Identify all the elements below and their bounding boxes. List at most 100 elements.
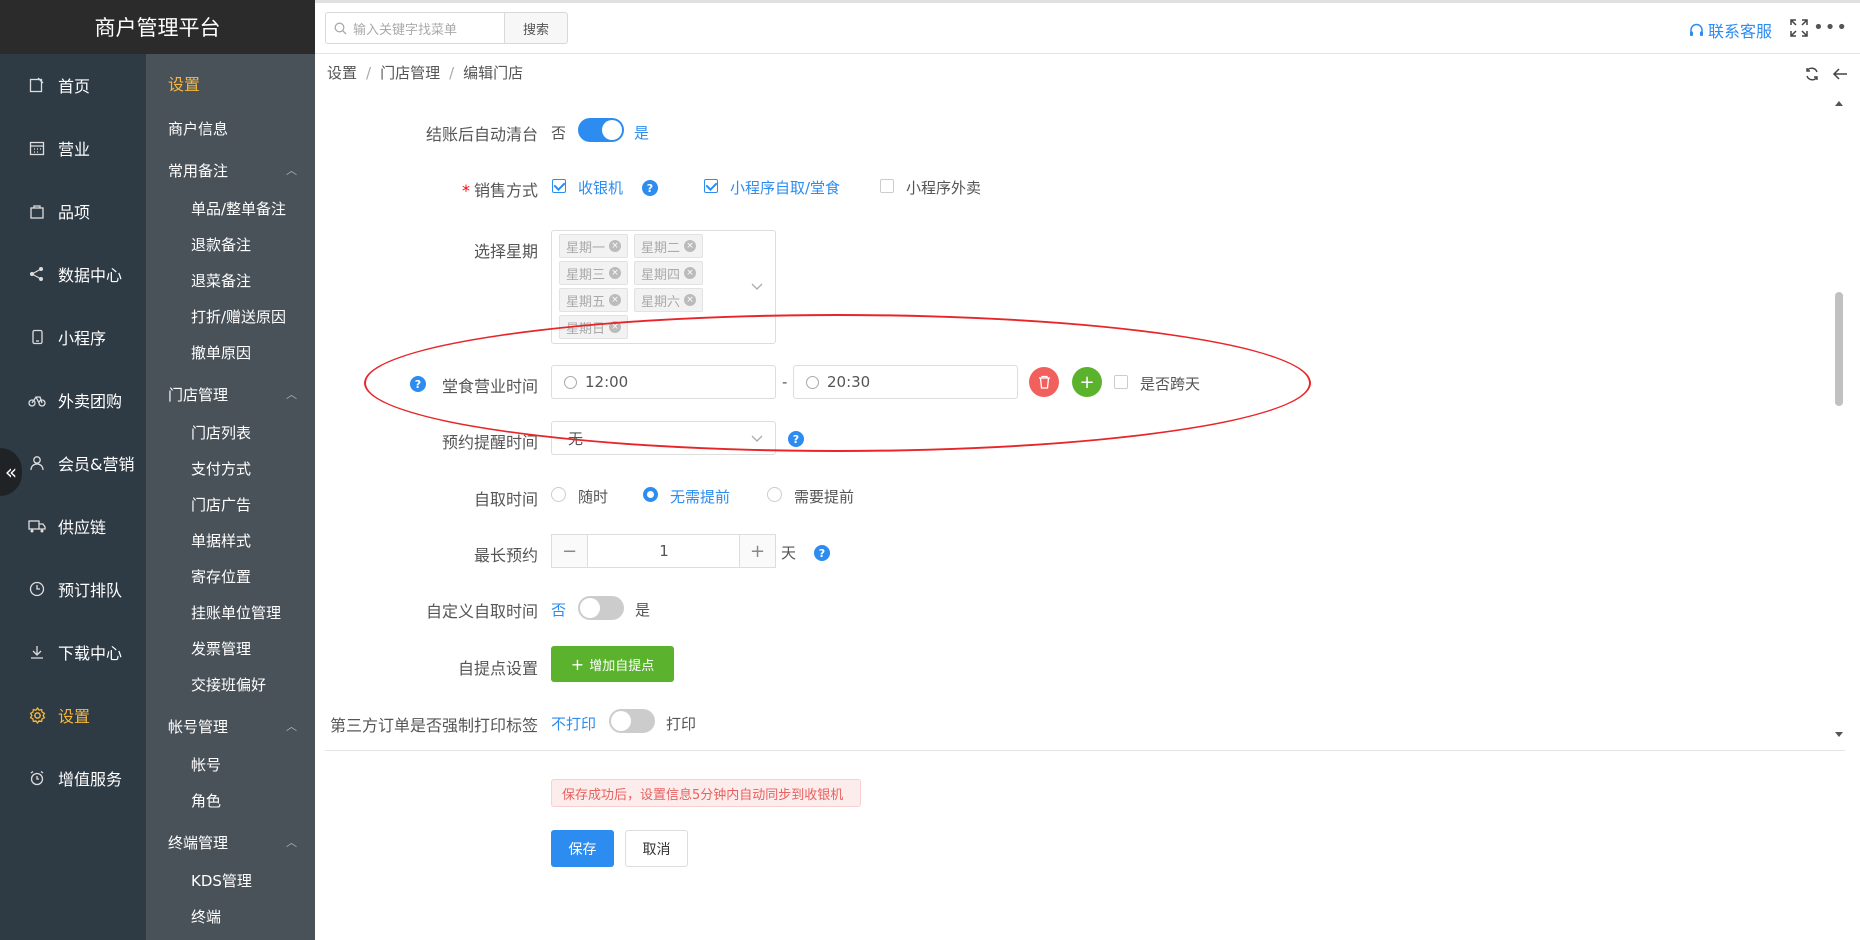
subnav-item[interactable]: 单品/整单备注	[191, 198, 286, 219]
subnav-item[interactable]: 单据样式	[191, 530, 251, 551]
close-icon[interactable]: ×	[684, 267, 697, 279]
mini-dine-checkbox[interactable]	[704, 179, 718, 193]
subnav-item[interactable]: 门店列表	[191, 422, 251, 443]
cancel-button[interactable]: 取消	[625, 830, 688, 867]
nav-item-settings[interactable]: 设置	[0, 695, 146, 735]
subnav-group-terminal[interactable]: 终端管理	[168, 832, 228, 853]
chevron-up-icon[interactable]: ︿	[286, 834, 297, 850]
increment-button[interactable]: +	[739, 534, 776, 568]
subnav-item[interactable]: 支付方式	[191, 458, 251, 479]
custom-pickup-toggle[interactable]	[578, 596, 624, 620]
add-pickup-point-button[interactable]: + 增加自提点	[551, 646, 674, 682]
auto-clear-toggle[interactable]	[578, 118, 624, 142]
subnav-item[interactable]: 门店广告	[191, 494, 251, 515]
nav-item-reservation[interactable]: 预订排队	[0, 569, 146, 609]
cashier-option-label[interactable]: 收银机	[578, 177, 623, 198]
close-icon[interactable]: ×	[609, 240, 622, 252]
overnight-checkbox[interactable]	[1114, 375, 1128, 389]
scroll-thumb[interactable]	[1835, 292, 1843, 406]
subnav-item[interactable]: 交接班偏好	[191, 674, 266, 695]
chevron-up-icon[interactable]: ︿	[286, 162, 297, 178]
mini-delivery-option-label[interactable]: 小程序外卖	[906, 177, 981, 198]
chevron-up-icon[interactable]: ︿	[286, 718, 297, 734]
nav-item-delivery[interactable]: 外卖团购	[0, 380, 146, 420]
nav-item-home[interactable]: 首页	[0, 65, 146, 105]
subnav-item[interactable]: 终端	[191, 906, 221, 927]
chevron-up-icon[interactable]: ︿	[286, 386, 297, 402]
help-icon[interactable]: ?	[642, 180, 658, 196]
subnav-group-store[interactable]: 门店管理	[168, 384, 228, 405]
weekday-tag-text: 星期日	[566, 321, 606, 337]
search-input[interactable]: 输入关键字找菜单	[325, 12, 505, 44]
contact-support-link[interactable]: 联系客服	[1689, 18, 1772, 42]
subnav-item[interactable]: 退款备注	[191, 234, 251, 255]
weekday-tag: 星期五 ×	[559, 288, 629, 312]
nav-item-products[interactable]: 品项	[0, 191, 146, 231]
plus-icon: +	[749, 540, 766, 562]
breadcrumb-item[interactable]: 门店管理	[380, 64, 440, 82]
save-button[interactable]: 保存	[551, 830, 614, 867]
pickup-advance-radio[interactable]	[767, 487, 782, 502]
mini-delivery-checkbox[interactable]	[880, 179, 894, 193]
subnav-item[interactable]: 打折/赠送原因	[191, 306, 286, 327]
help-icon[interactable]: ?	[788, 431, 804, 447]
add-time-button[interactable]: +	[1072, 367, 1102, 397]
subnav-item[interactable]: 挂账单位管理	[191, 602, 281, 623]
chevron-down-icon	[751, 283, 763, 290]
dine-start-time-input[interactable]: 12:00	[551, 365, 776, 399]
weekday-multiselect[interactable]: 星期一 × 星期二 × 星期三 × 星期四 × 星期五 × 星期六 × 星期日 ×	[551, 230, 776, 344]
pickup-option-label[interactable]: 需要提前	[794, 486, 854, 507]
fullscreen-icon[interactable]	[1790, 19, 1808, 37]
nav-label: 数据中心	[58, 266, 123, 285]
bike-icon	[28, 391, 46, 409]
nav-item-value-added[interactable]: 增值服务	[0, 758, 146, 798]
breadcrumb-item[interactable]: 设置	[327, 64, 357, 82]
scroll-down-icon[interactable]	[1835, 732, 1843, 738]
help-icon[interactable]: ?	[814, 545, 830, 561]
nav-item-business[interactable]: 营业	[0, 128, 146, 168]
sale-mode-label: * 销售方式	[462, 177, 538, 201]
subnav-item[interactable]: 角色	[191, 790, 221, 811]
subnav-item[interactable]: 发票管理	[191, 638, 251, 659]
subnav-item[interactable]: 退菜备注	[191, 270, 251, 291]
mini-dine-option-label[interactable]: 小程序自取/堂食	[730, 177, 840, 198]
nav-item-download[interactable]: 下载中心	[0, 632, 146, 672]
more-icon[interactable]: •••	[1813, 17, 1848, 38]
search-button[interactable]: 搜索	[504, 12, 568, 44]
pickup-option-label[interactable]: 无需提前	[670, 486, 730, 507]
search-icon	[334, 22, 347, 34]
subnav-item-merchant-info[interactable]: 商户信息	[168, 118, 228, 139]
content-scrollbar[interactable]	[1832, 96, 1846, 748]
overnight-label[interactable]: 是否跨天	[1140, 373, 1200, 394]
reminder-select[interactable]: 无	[551, 421, 776, 455]
close-icon[interactable]: ×	[609, 267, 622, 279]
auto-clear-on-label: 是	[634, 124, 650, 142]
nav-item-members[interactable]: 会员&营销	[0, 443, 146, 483]
subnav-item[interactable]: 寄存位置	[191, 566, 251, 587]
cashier-checkbox[interactable]	[552, 179, 566, 193]
subnav-group-remarks[interactable]: 常用备注	[168, 160, 228, 181]
arrow-left-icon[interactable]	[1832, 66, 1848, 82]
close-icon[interactable]: ×	[684, 240, 697, 252]
scroll-up-icon[interactable]	[1835, 100, 1843, 106]
close-icon[interactable]: ×	[609, 321, 622, 333]
third-party-print-toggle[interactable]	[609, 709, 655, 733]
subnav-item[interactable]: 撤单原因	[191, 342, 251, 363]
nav-item-data-center[interactable]: 数据中心	[0, 254, 146, 294]
dine-end-time-input[interactable]: 20:30	[793, 365, 1018, 399]
close-icon[interactable]: ×	[684, 294, 697, 306]
decrement-button[interactable]: −	[551, 534, 588, 568]
pickup-anytime-radio[interactable]	[551, 487, 566, 502]
pickup-no-advance-radio[interactable]	[643, 487, 658, 502]
nav-item-mini-program[interactable]: 小程序	[0, 317, 146, 357]
refresh-icon[interactable]	[1804, 66, 1820, 82]
subnav-item[interactable]: KDS管理	[191, 870, 252, 891]
nav-item-supply-chain[interactable]: 供应链	[0, 506, 146, 546]
max-booking-input[interactable]: 1	[588, 534, 740, 568]
close-icon[interactable]: ×	[609, 294, 622, 306]
subnav-group-account[interactable]: 帐号管理	[168, 716, 228, 737]
pickup-option-label[interactable]: 随时	[578, 486, 608, 507]
delete-time-button[interactable]	[1029, 367, 1059, 397]
help-icon[interactable]: ?	[410, 376, 426, 392]
subnav-item[interactable]: 帐号	[191, 754, 221, 775]
